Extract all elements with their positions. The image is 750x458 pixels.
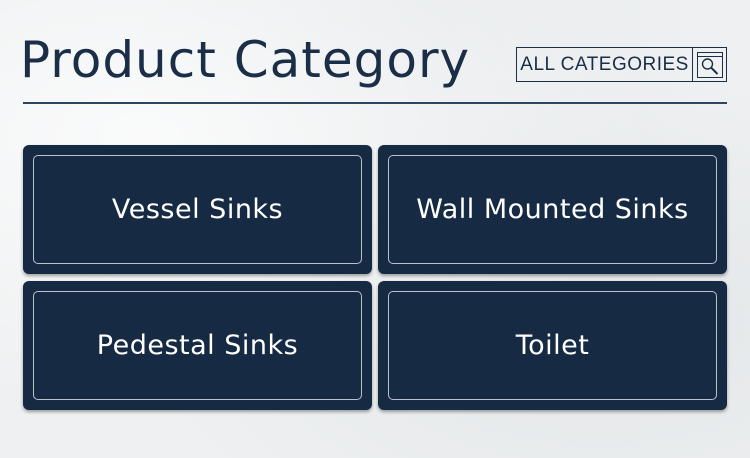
category-label: Wall Mounted Sinks — [416, 194, 689, 225]
page-title: Product Category — [20, 31, 471, 89]
category-label: Vessel Sinks — [111, 194, 284, 225]
category-label: Toilet — [515, 330, 590, 361]
all-categories-label: ALL CATEGORIES — [520, 53, 689, 75]
search-icon — [692, 48, 726, 81]
tile-frame: Wall Mounted Sinks — [388, 155, 717, 264]
tile-frame: Pedestal Sinks — [33, 291, 362, 400]
all-categories-button[interactable]: ALL CATEGORIES — [516, 47, 727, 82]
tile-frame: Toilet — [388, 291, 717, 400]
header-divider — [23, 102, 727, 104]
tile-frame: Vessel Sinks — [33, 155, 362, 264]
category-label: Pedestal Sinks — [96, 330, 299, 361]
category-tile-wall-mounted-sinks[interactable]: Wall Mounted Sinks — [378, 145, 727, 274]
category-tile-pedestal-sinks[interactable]: Pedestal Sinks — [23, 281, 372, 410]
category-tile-vessel-sinks[interactable]: Vessel Sinks — [23, 145, 372, 274]
category-tile-toilet[interactable]: Toilet — [378, 281, 727, 410]
category-grid: Vessel Sinks Wall Mounted Sinks Pedestal… — [23, 145, 727, 410]
